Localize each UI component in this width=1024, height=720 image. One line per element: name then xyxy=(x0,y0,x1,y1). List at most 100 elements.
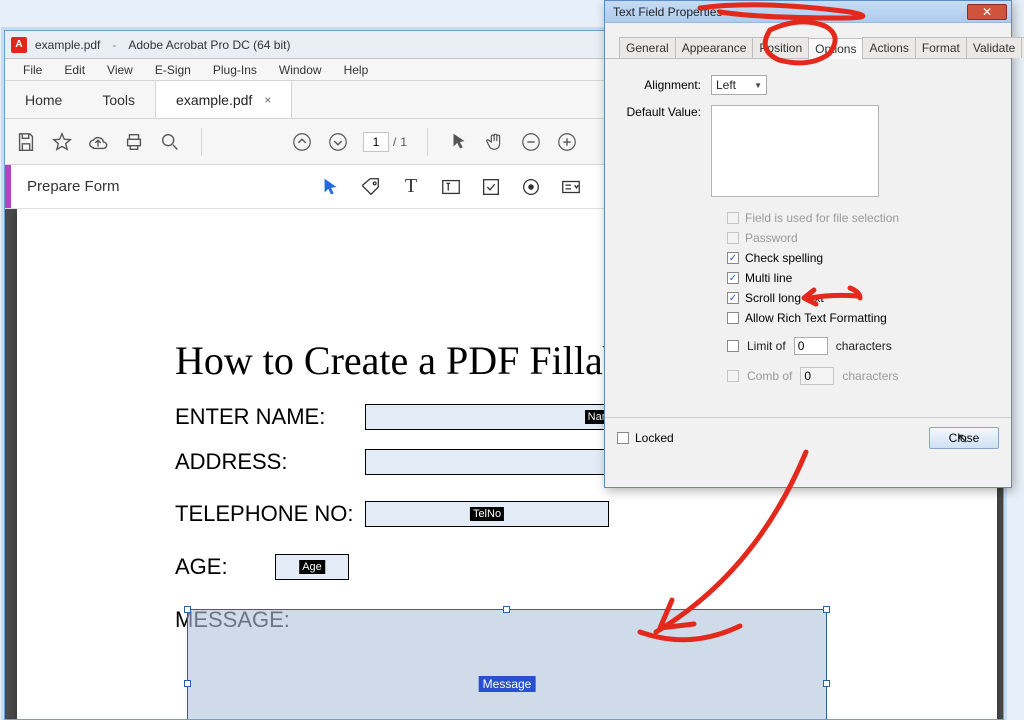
checkbox-icon[interactable] xyxy=(727,340,739,352)
checkbox-icon: ✓ xyxy=(727,292,739,304)
tab-validate[interactable]: Validate xyxy=(966,37,1022,58)
checkbox-icon xyxy=(727,232,739,244)
form-row-name: ENTER NAME: Name xyxy=(175,404,623,430)
tab-active-document[interactable]: example.pdf × xyxy=(155,81,292,118)
form-row-age: AGE: Age xyxy=(175,554,349,580)
resize-handle[interactable] xyxy=(184,680,191,687)
resize-handle[interactable] xyxy=(184,606,191,613)
dialog-tabs: General Appearance Position Options Acti… xyxy=(605,23,1011,59)
prepare-form-label: Prepare Form xyxy=(11,165,120,208)
hand-tool-icon[interactable] xyxy=(484,131,506,153)
select-tool-icon[interactable] xyxy=(448,131,470,153)
menu-plugins[interactable]: Plug-Ins xyxy=(203,61,267,79)
close-button[interactable]: Close xyxy=(929,427,999,449)
field-age[interactable]: Age xyxy=(275,554,349,580)
title-separator: - xyxy=(108,38,120,52)
check-spelling[interactable]: ✓ Check spelling xyxy=(727,251,991,265)
menu-file[interactable]: File xyxy=(13,61,52,79)
dialog-titlebar[interactable]: Text Field Properties ✕ xyxy=(605,1,1011,23)
checkbox-icon xyxy=(617,432,629,444)
zoom-out-icon[interactable] xyxy=(520,131,542,153)
page-up-icon[interactable] xyxy=(291,131,313,153)
menu-help[interactable]: Help xyxy=(334,61,379,79)
comb-of-input xyxy=(800,367,834,385)
radio-tool-icon[interactable] xyxy=(519,175,543,199)
textarea-tool-icon[interactable] xyxy=(439,175,463,199)
limit-of-input[interactable] xyxy=(794,337,828,355)
tab-active-label: example.pdf xyxy=(176,92,252,108)
label-age: AGE: xyxy=(175,554,275,580)
pdf-icon: A xyxy=(11,37,27,53)
default-value-textarea[interactable] xyxy=(711,105,879,197)
tab-actions[interactable]: Actions xyxy=(862,37,915,58)
field-message-tag: Message xyxy=(479,676,536,692)
checkbox-icon xyxy=(727,370,739,382)
page-heading: How to Create a PDF Fillable xyxy=(175,337,652,384)
label-telephone: TELEPHONE NO: xyxy=(175,501,365,527)
select-field-tool-icon[interactable] xyxy=(319,175,343,199)
label-name: ENTER NAME: xyxy=(175,404,365,430)
default-value-label: Default Value: xyxy=(625,105,711,119)
toolbar-separator xyxy=(427,128,428,156)
search-icon[interactable] xyxy=(159,131,181,153)
dialog-footer: Locked Close ↖ xyxy=(605,417,1011,457)
limit-of-row[interactable]: Limit of characters xyxy=(727,337,991,355)
dialog-title: Text Field Properties xyxy=(613,5,722,19)
chevron-down-icon: ▼ xyxy=(754,81,762,90)
print-icon[interactable] xyxy=(123,131,145,153)
dialog-body: Alignment: Left ▼ Default Value: Field i… xyxy=(605,59,1011,457)
dropdown-tool-icon[interactable] xyxy=(559,175,583,199)
resize-handle[interactable] xyxy=(823,680,830,687)
tab-options[interactable]: Options xyxy=(808,38,863,59)
resize-handle[interactable] xyxy=(823,606,830,613)
alignment-label: Alignment: xyxy=(625,78,711,92)
tab-format[interactable]: Format xyxy=(915,37,967,58)
tab-general[interactable]: General xyxy=(619,37,676,58)
zoom-in-icon[interactable] xyxy=(556,131,578,153)
checkbox-icon xyxy=(727,212,739,224)
toolbar-separator xyxy=(201,128,202,156)
field-address[interactable] xyxy=(365,449,623,475)
checkbox-icon xyxy=(727,312,739,324)
star-icon[interactable] xyxy=(51,131,73,153)
field-name[interactable]: Name xyxy=(365,404,623,430)
menu-edit[interactable]: Edit xyxy=(54,61,95,79)
check-rich-text[interactable]: Allow Rich Text Formatting xyxy=(727,311,991,325)
field-age-tag: Age xyxy=(299,560,325,574)
menu-esign[interactable]: E-Sign xyxy=(145,61,201,79)
form-row-address: ADDRESS: xyxy=(175,449,623,475)
page-down-icon[interactable] xyxy=(327,131,349,153)
tab-tools[interactable]: Tools xyxy=(82,81,155,118)
checkbox-tool-icon[interactable] xyxy=(479,175,503,199)
check-file-selection: Field is used for file selection xyxy=(727,211,991,225)
alignment-select[interactable]: Left ▼ xyxy=(711,75,767,95)
text-field-properties-dialog[interactable]: Text Field Properties ✕ General Appearan… xyxy=(604,0,1012,488)
page-total: 1 xyxy=(400,135,407,149)
menu-window[interactable]: Window xyxy=(269,61,332,79)
tab-position[interactable]: Position xyxy=(752,37,809,58)
checkbox-icon: ✓ xyxy=(727,252,739,264)
field-message-selected[interactable]: Message xyxy=(187,609,827,719)
save-icon[interactable] xyxy=(15,131,37,153)
tab-home[interactable]: Home xyxy=(5,81,82,118)
check-password: Password xyxy=(727,231,991,245)
page-current-input[interactable] xyxy=(363,132,389,152)
tab-appearance[interactable]: Appearance xyxy=(675,37,754,58)
text-field-tool-icon[interactable]: T xyxy=(399,175,423,199)
resize-handle[interactable] xyxy=(503,606,510,613)
menu-view[interactable]: View xyxy=(97,61,143,79)
cloud-upload-icon[interactable] xyxy=(87,131,109,153)
close-tab-icon[interactable]: × xyxy=(264,93,271,107)
field-telephone[interactable]: TelNo xyxy=(365,501,609,527)
alignment-value: Left xyxy=(716,78,736,92)
dialog-close-icon[interactable]: ✕ xyxy=(967,4,1007,20)
check-multiline[interactable]: ✓ Multi line xyxy=(727,271,991,285)
page-indicator: / 1 xyxy=(363,132,407,152)
document-filename: example.pdf xyxy=(35,38,100,52)
label-address: ADDRESS: xyxy=(175,449,365,475)
check-locked[interactable]: Locked xyxy=(617,431,674,445)
check-scroll-long-text[interactable]: ✓ Scroll long text xyxy=(727,291,991,305)
checkbox-icon: ✓ xyxy=(727,272,739,284)
field-telephone-tag: TelNo xyxy=(470,507,504,521)
tag-tool-icon[interactable] xyxy=(359,175,383,199)
